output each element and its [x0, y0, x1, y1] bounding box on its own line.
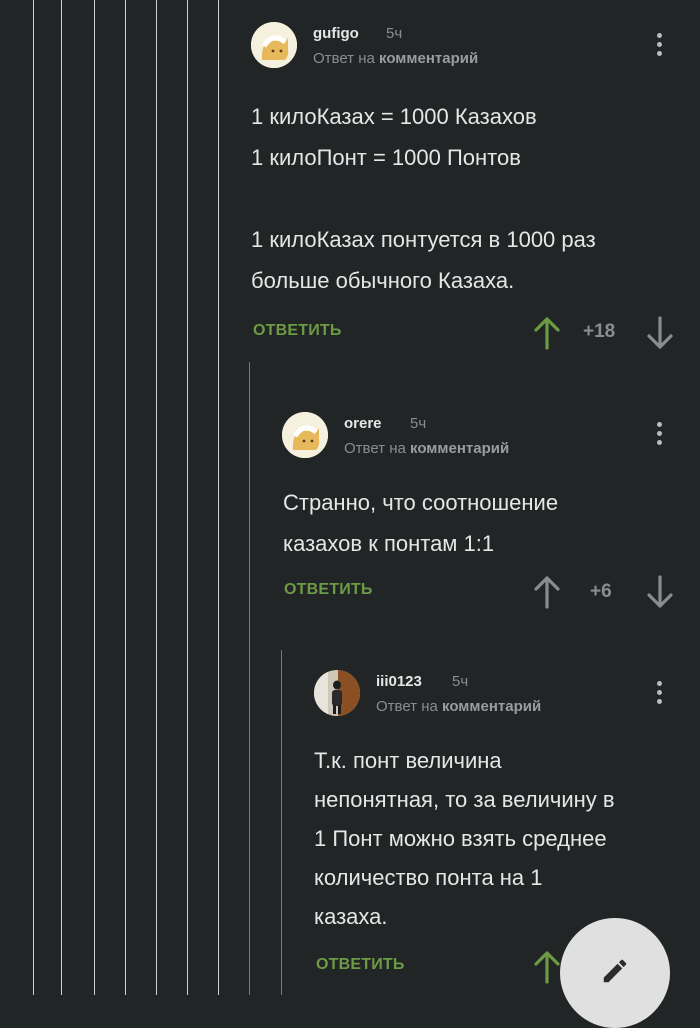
- username[interactable]: gufigo: [313, 25, 359, 42]
- cat-avatar-icon: [251, 22, 297, 68]
- comment-text: Т.к. понт величина непонятная, то за вел…: [314, 748, 615, 929]
- reply-target: комментарий: [379, 50, 479, 67]
- comment-text: 1 килоКазах = 1000 Казахов 1 килоПонт = …: [251, 104, 596, 293]
- comment-time: 5ч: [410, 415, 427, 432]
- comment-text: Странно, что соотношение казахов к понта…: [283, 490, 559, 556]
- thread-line: [94, 0, 95, 995]
- score: +18: [583, 321, 616, 342]
- avatar[interactable]: [314, 670, 360, 716]
- thread-line: [33, 0, 34, 995]
- reply-button[interactable]: ОТВЕТИТЬ: [253, 322, 342, 340]
- thread-line: [281, 650, 282, 995]
- more-options-icon[interactable]: [647, 419, 671, 451]
- reply-to-link[interactable]: Ответ на комментарий: [376, 698, 541, 715]
- thread-line: [156, 0, 157, 995]
- reply-button[interactable]: ОТВЕТИТЬ: [316, 956, 405, 974]
- reply-target: комментарий: [410, 440, 510, 457]
- more-options-icon[interactable]: [647, 30, 671, 62]
- upvote-icon[interactable]: [532, 950, 562, 984]
- score: +6: [590, 581, 612, 602]
- reply-to-link[interactable]: Ответ на комментарий: [344, 440, 509, 457]
- photo-avatar-icon: [314, 670, 360, 716]
- thread-line: [249, 362, 250, 995]
- upvote-icon[interactable]: [532, 575, 562, 609]
- reply-prefix: Ответ на: [313, 50, 375, 67]
- reply-target: комментарий: [442, 698, 542, 715]
- comment-time: 5ч: [386, 25, 403, 42]
- username[interactable]: orere: [344, 415, 382, 432]
- pencil-icon: [603, 959, 627, 983]
- reply-prefix: Ответ на: [376, 698, 438, 715]
- more-options-icon[interactable]: [647, 678, 671, 710]
- reply-to-link[interactable]: Ответ на комментарий: [313, 50, 478, 67]
- reply-prefix: Ответ на: [344, 440, 406, 457]
- avatar[interactable]: [282, 412, 328, 458]
- reply-button[interactable]: ОТВЕТИТЬ: [284, 581, 373, 599]
- thread-line: [125, 0, 126, 995]
- upvote-icon[interactable]: [532, 316, 562, 350]
- thread-line: [218, 0, 219, 995]
- compose-button[interactable]: [560, 918, 670, 1028]
- thread-line: [187, 0, 188, 995]
- downvote-icon[interactable]: [645, 575, 675, 609]
- comment-time: 5ч: [452, 673, 469, 690]
- downvote-icon[interactable]: [645, 316, 675, 350]
- thread-line: [61, 0, 62, 995]
- avatar[interactable]: [251, 22, 297, 68]
- cat-avatar-icon: [282, 412, 328, 458]
- username[interactable]: iii0123: [376, 673, 422, 690]
